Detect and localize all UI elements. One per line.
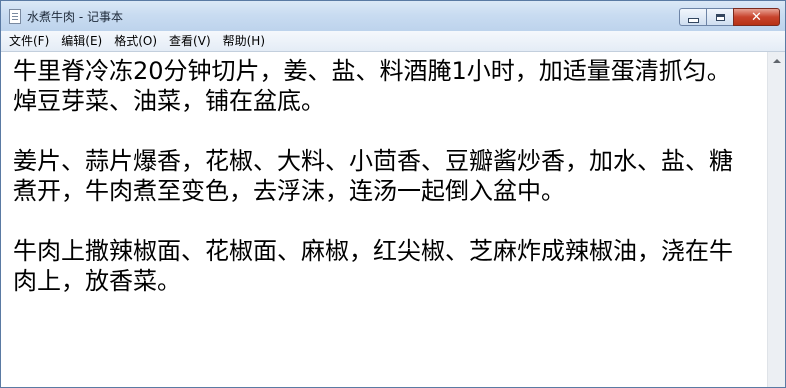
menu-view[interactable]: 查看(V) [163, 31, 217, 51]
menu-edit[interactable]: 编辑(E) [55, 31, 108, 51]
text-editor-area[interactable]: 牛里脊冷冻20分钟切片，姜、盐、料酒腌1小时，加适量蛋清抓匀。 焯豆芽菜、油菜，… [1, 52, 767, 387]
menu-bar: 文件(F) 编辑(E) 格式(O) 查看(V) 帮助(H) [1, 31, 785, 52]
maximize-icon [715, 13, 725, 21]
notepad-icon[interactable] [9, 9, 21, 24]
document-text[interactable]: 牛里脊冷冻20分钟切片，姜、盐、料酒腌1小时，加适量蛋清抓匀。 焯豆芽菜、油菜，… [1, 52, 753, 296]
notepad-window: 水煮牛肉 - 记事本 ✕ 文件(F) 编辑(E) 格式(O) 查看(V) 帮助(… [0, 0, 786, 388]
window-controls: ✕ [679, 8, 780, 27]
vertical-scrollbar[interactable] [767, 52, 785, 387]
close-button[interactable]: ✕ [733, 8, 780, 26]
minimize-button[interactable] [679, 8, 706, 26]
title-bar[interactable]: 水煮牛肉 - 记事本 ✕ [1, 1, 785, 31]
menu-format[interactable]: 格式(O) [108, 31, 163, 51]
minimize-icon [687, 17, 699, 23]
scroll-up-button[interactable] [769, 53, 785, 69]
window-title: 水煮牛肉 - 记事本 [27, 10, 123, 24]
arrow-up-icon [773, 59, 781, 63]
menu-file[interactable]: 文件(F) [1, 31, 55, 51]
close-icon: ✕ [751, 9, 762, 25]
maximize-button[interactable] [706, 8, 733, 26]
menu-help[interactable]: 帮助(H) [217, 31, 271, 51]
